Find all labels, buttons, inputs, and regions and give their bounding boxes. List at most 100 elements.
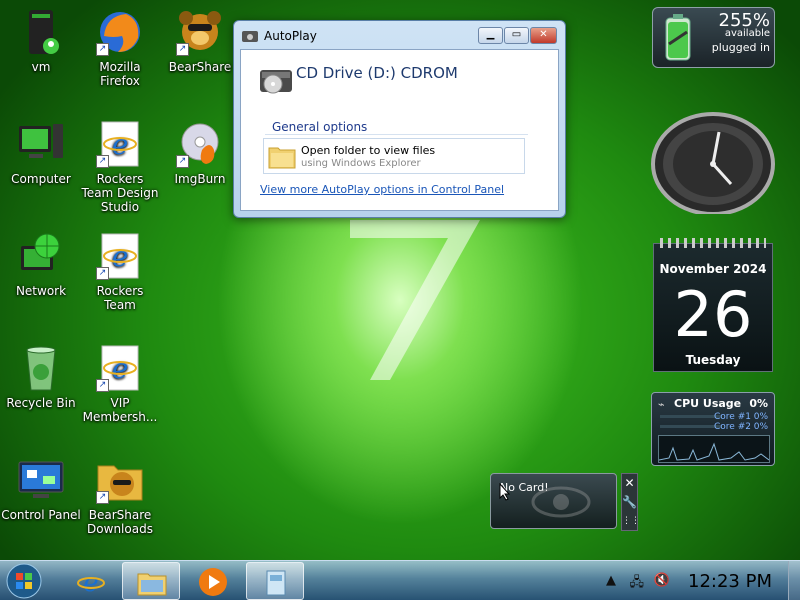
windows-explorer-icon bbox=[137, 573, 167, 596]
desktop-icon-label: Rockers Team Design Studio bbox=[81, 172, 159, 214]
drag-handle-icon[interactable]: ⋮⋮ bbox=[622, 512, 640, 531]
autoplay-titlebar[interactable]: AutoPlay ▁ ▭ ✕ bbox=[234, 21, 565, 49]
cpu-total-value: 0% bbox=[749, 397, 768, 410]
option-title: Open folder to view files bbox=[301, 144, 436, 157]
taskbar-media-player[interactable] bbox=[184, 562, 242, 600]
open-folder-option[interactable]: Open folder to view files using Windows … bbox=[263, 138, 525, 174]
desktop-icon-rockers-team[interactable]: e ↗ Rockers Team bbox=[79, 232, 161, 312]
core2-value: 0% bbox=[753, 422, 768, 432]
shortcut-arrow-icon: ↗ bbox=[176, 155, 189, 168]
core1-bar bbox=[660, 415, 722, 418]
dialog-title: AutoPlay bbox=[264, 29, 317, 43]
desktop-icon-rockers-team-design-studio[interactable]: e ↗ Rockers Team Design Studio bbox=[79, 120, 161, 214]
media-player-icon bbox=[199, 568, 227, 596]
battery-gadget[interactable]: 255% available plugged in bbox=[652, 7, 775, 68]
recycle-bin-icon bbox=[17, 344, 65, 392]
desktop-icon-label: BearShare Downloads bbox=[87, 508, 153, 536]
autoplay-window-icon bbox=[266, 570, 286, 596]
taskbar-windows-explorer[interactable] bbox=[122, 562, 180, 600]
firefox-icon: ↗ bbox=[96, 8, 144, 56]
desktop-icon-vip-membership[interactable]: e ↗ VIP Membersh... bbox=[79, 344, 161, 424]
minimize-button[interactable]: ▁ bbox=[478, 27, 503, 44]
taskbar: e ▲ 🖧 🔇 12:23 PM bbox=[0, 560, 800, 600]
shortcut-arrow-icon: ↗ bbox=[96, 491, 109, 504]
desktop-icon-control-panel[interactable]: Control Panel bbox=[0, 456, 82, 522]
cpu-meter-icon: ⌁ bbox=[658, 398, 665, 411]
battery-available-label: available bbox=[724, 28, 770, 39]
desktop-icon-label: vm bbox=[31, 60, 51, 74]
desktop-icon-computer[interactable]: Computer bbox=[0, 120, 82, 186]
desktop-icon-vm[interactable]: vm bbox=[0, 8, 82, 74]
desktop-icon-label: Network bbox=[15, 284, 67, 298]
calendar-day: 26 bbox=[673, 278, 753, 351]
cpu-usage-gadget[interactable]: ⌁ CPU Usage 0% Core #1 0% Core #2 0% bbox=[651, 392, 775, 466]
maximize-button[interactable]: ▭ bbox=[504, 27, 529, 44]
close-button[interactable]: ✕ bbox=[530, 27, 557, 44]
shortcut-arrow-icon: ↗ bbox=[96, 267, 109, 280]
bearshare-icon: ↗ bbox=[176, 8, 224, 56]
desktop-icon-label: Computer bbox=[11, 172, 71, 186]
cpu-graph bbox=[658, 435, 770, 463]
more-autoplay-options-link[interactable]: View more AutoPlay options in Control Pa… bbox=[260, 183, 504, 196]
calendar-weekday: Tuesday bbox=[685, 353, 741, 367]
cd-drive-icon bbox=[259, 62, 293, 100]
core1-label: Core #1 bbox=[714, 412, 751, 422]
core2-bar bbox=[660, 425, 722, 428]
desktop-icon-imgburn[interactable]: ↗ ImgBurn bbox=[159, 120, 241, 186]
battery-status: plugged in bbox=[711, 41, 770, 54]
cpu-title: CPU Usage bbox=[674, 397, 742, 410]
shortcut-arrow-icon: ↗ bbox=[96, 155, 109, 168]
autoplay-content: CD Drive (D:) CDROM General options Open… bbox=[240, 49, 559, 211]
desktop-icon-label: Rockers Team bbox=[96, 284, 144, 312]
core2-label: Core #2 bbox=[714, 422, 751, 432]
autoplay-icon bbox=[242, 28, 258, 47]
internet-explorer-icon: e bbox=[77, 568, 105, 597]
drive-title: CD Drive (D:) CDROM bbox=[296, 64, 458, 82]
desktop-icon-label: ImgBurn bbox=[174, 172, 226, 186]
general-options-heading: General options bbox=[272, 120, 368, 134]
internet-explorer-icon: e ↗ bbox=[96, 232, 144, 280]
desktop-icon-recycle-bin[interactable]: Recycle Bin bbox=[0, 344, 82, 410]
show-hidden-icons-icon[interactable]: ▲ bbox=[606, 573, 616, 588]
shortcut-arrow-icon: ↗ bbox=[96, 379, 109, 392]
show-desktop-button[interactable] bbox=[788, 561, 800, 600]
gadget-tools: ✕ 🔧 ⋮⋮ bbox=[621, 473, 640, 531]
clock-gadget[interactable] bbox=[651, 112, 775, 216]
volume-muted-icon[interactable]: 🔇 bbox=[654, 573, 670, 588]
desktop-icon-network[interactable]: Network bbox=[0, 232, 82, 298]
imgburn-disc-icon: ↗ bbox=[176, 120, 224, 168]
svg-text:e: e bbox=[83, 568, 98, 597]
svg-text:e: e bbox=[112, 240, 129, 273]
svg-text:e: e bbox=[112, 352, 129, 385]
divider bbox=[265, 134, 528, 135]
mouse-cursor-icon bbox=[499, 483, 511, 501]
autoplay-dialog[interactable]: AutoPlay ▁ ▭ ✕ CD Drive (D:) CDROM Gener… bbox=[233, 20, 566, 218]
battery-icon bbox=[663, 14, 693, 66]
start-button[interactable] bbox=[4, 562, 44, 600]
internet-explorer-icon: e ↗ bbox=[96, 120, 144, 168]
network-tray-icon[interactable]: 🖧 bbox=[630, 573, 645, 595]
desktop-icon-label: Recycle Bin bbox=[6, 396, 76, 410]
close-gadget-icon[interactable]: ✕ bbox=[622, 474, 637, 493]
desktop-icon-firefox[interactable]: ↗ Mozilla Firefox bbox=[79, 8, 161, 88]
desktop-icon-bearshare-downloads[interactable]: ↗ BearShare Downloads bbox=[79, 456, 161, 536]
calendar-gadget[interactable]: November 2024 26 Tuesday bbox=[653, 238, 773, 372]
taskbar-autoplay[interactable] bbox=[246, 562, 304, 600]
media-gadget[interactable]: No Card! bbox=[490, 473, 617, 529]
windows7-logo-swoosh bbox=[350, 220, 480, 380]
computer-icon bbox=[17, 120, 65, 168]
control-panel-icon bbox=[17, 456, 65, 504]
network-globe-icon bbox=[17, 232, 65, 280]
shortcut-arrow-icon: ↗ bbox=[176, 43, 189, 56]
windows-orb-icon bbox=[6, 563, 42, 599]
shortcut-arrow-icon: ↗ bbox=[96, 43, 109, 56]
desktop-icon-label: BearShare bbox=[168, 60, 232, 74]
wrench-icon[interactable]: 🔧 bbox=[622, 493, 637, 512]
desktop-icon-bearshare[interactable]: ↗ BearShare bbox=[159, 8, 241, 74]
clock-time[interactable]: 12:23 PM bbox=[688, 571, 772, 592]
option-subtitle: using Windows Explorer bbox=[301, 158, 421, 169]
eye-logo-icon bbox=[531, 486, 591, 518]
desktop-icon-label: Mozilla Firefox bbox=[99, 60, 141, 88]
taskbar-internet-explorer[interactable]: e bbox=[62, 562, 120, 600]
clock-face-icon bbox=[651, 112, 775, 216]
